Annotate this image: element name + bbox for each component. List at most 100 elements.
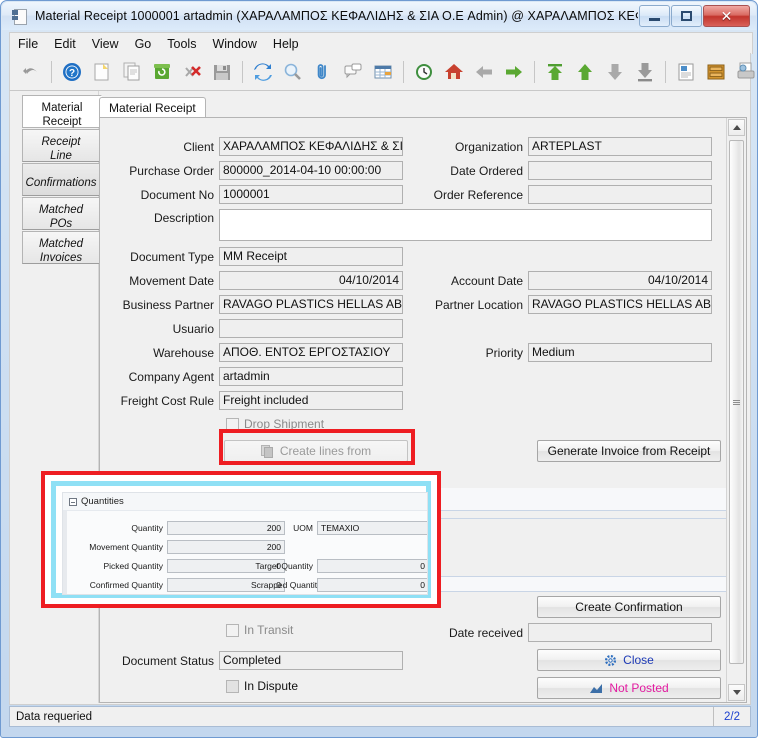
menu-view[interactable]: View: [85, 35, 126, 53]
sidebar-item-confirmations[interactable]: Confirmations: [22, 163, 100, 196]
form-panel: Client ΧΑΡΑΛΑΜΠΟΣ ΚΕΦΑΛΙΔΗΣ & ΣΙΑ Ο.Ε Pu…: [99, 117, 747, 703]
form-panel-content: Client ΧΑΡΑΛΑΜΠΟΣ ΚΕΦΑΛΙΔΗΣ & ΣΙΑ Ο.Ε Pu…: [100, 118, 727, 702]
refresh-icon[interactable]: [250, 59, 276, 85]
qty-value-uom[interactable]: ΤΕΜΑΧΙΟ: [317, 521, 427, 535]
field-value-order-reference[interactable]: [528, 185, 712, 204]
field-value-business-partner[interactable]: RAVAGO PLASTICS HELLAS ABEE: [219, 295, 403, 314]
field-value-account-date[interactable]: 04/10/2014: [528, 271, 712, 290]
archive-icon[interactable]: [703, 59, 729, 85]
qty-label-scrapped-quantity: Scrapped Quantity: [251, 580, 322, 590]
field-label-purchase-order: Purchase Order: [129, 163, 214, 178]
field-value-warehouse[interactable]: ΑΠΟΘ. ΕΝΤΟΣ ΕΡΓΟΣΤΑΣΙΟΥ: [219, 343, 403, 362]
sidebar-item-matched-pos[interactable]: Matched POs: [22, 197, 100, 230]
window-document-icon: [12, 8, 28, 25]
field-value-date-received[interactable]: [528, 623, 712, 642]
quantities-overlay: Quantities Quantity 200 Movement Quantit…: [41, 471, 441, 608]
tab-material-receipt[interactable]: Material Receipt: [99, 97, 206, 119]
vertical-scrollbar[interactable]: [726, 118, 746, 702]
back-icon[interactable]: [471, 59, 497, 85]
field-label-document-status: Document Status: [121, 653, 214, 668]
forward-icon[interactable]: [501, 59, 527, 85]
attachment-icon[interactable]: [310, 59, 336, 85]
field-label-account-date: Account Date: [450, 273, 523, 288]
window-controls: ✕: [638, 5, 750, 27]
scrollbar-thumb[interactable]: [729, 140, 744, 664]
field-value-priority[interactable]: Medium: [528, 343, 712, 362]
field-label-organization: Organization: [454, 139, 523, 154]
field-value-document-type[interactable]: MM Receipt: [219, 247, 403, 266]
field-value-date-ordered[interactable]: [528, 161, 712, 180]
next-record-icon[interactable]: [602, 59, 628, 85]
field-label-document-no: Document No: [140, 187, 214, 202]
field-value-usuario[interactable]: [219, 319, 403, 338]
last-record-icon[interactable]: [632, 59, 658, 85]
close-button-label: Close: [623, 653, 654, 667]
first-record-icon[interactable]: [542, 59, 568, 85]
grid-toggle-icon[interactable]: [370, 59, 396, 85]
qty-value-scrapped-quantity[interactable]: 0: [317, 578, 427, 592]
history-icon[interactable]: [411, 59, 437, 85]
field-value-purchase-order[interactable]: 800000_2014-04-10 00:00:00: [219, 161, 403, 180]
record-counter: 2/2: [713, 707, 750, 726]
delete-record-icon[interactable]: [149, 59, 175, 85]
sidebar-tabs: Material Receipt Receipt Line Confirmation…: [10, 91, 102, 703]
menu-help[interactable]: Help: [266, 35, 306, 53]
field-value-organization[interactable]: ARTEPLAST: [528, 137, 712, 156]
print-preview-icon[interactable]: [733, 59, 758, 85]
checkbox-in-transit[interactable]: In Transit: [226, 623, 293, 637]
close-button[interactable]: Close: [537, 649, 721, 671]
delete-selection-icon[interactable]: [179, 59, 205, 85]
minimize-button[interactable]: [639, 5, 670, 27]
field-value-document-status[interactable]: Completed: [219, 651, 403, 670]
new-record-icon[interactable]: [89, 59, 115, 85]
field-label-date-ordered: Date Ordered: [450, 163, 523, 178]
checkbox-box-drop-shipment[interactable]: [226, 417, 239, 431]
find-icon[interactable]: [280, 59, 306, 85]
report-icon[interactable]: [673, 59, 699, 85]
checkbox-in-dispute[interactable]: In Dispute: [226, 679, 298, 693]
field-value-freight-cost-rule[interactable]: Freight included: [219, 391, 403, 410]
create-confirmation-button[interactable]: Create Confirmation: [537, 596, 721, 618]
checkbox-box-in-transit[interactable]: [226, 623, 239, 637]
svg-text:?: ?: [69, 68, 75, 79]
close-window-button[interactable]: ✕: [703, 5, 750, 27]
menu-tools[interactable]: Tools: [160, 35, 203, 53]
field-value-company-agent[interactable]: artadmin: [219, 367, 403, 386]
not-posted-button[interactable]: Not Posted: [537, 677, 721, 699]
create-lines-from-button[interactable]: Create lines from: [224, 440, 408, 462]
scroll-up-button[interactable]: [728, 119, 745, 136]
generate-invoice-from-receipt-button[interactable]: Generate Invoice from Receipt: [537, 440, 721, 462]
menu-window[interactable]: Window: [205, 35, 263, 53]
field-label-freight-cost-rule: Freight Cost Rule: [120, 393, 214, 408]
qty-value-movement-quantity[interactable]: 200: [167, 540, 285, 554]
sidebar-item-label: Confirmations: [25, 177, 97, 189]
save-icon[interactable]: [209, 59, 235, 85]
menu-file[interactable]: File: [11, 35, 45, 53]
help-icon[interactable]: ?: [59, 59, 85, 85]
toolbar-separator: [403, 60, 404, 83]
home-icon[interactable]: [441, 59, 467, 85]
menu-edit[interactable]: Edit: [47, 35, 83, 53]
collapse-minus-icon[interactable]: [69, 497, 77, 506]
scroll-down-button[interactable]: [728, 684, 745, 701]
field-value-client[interactable]: ΧΑΡΑΛΑΜΠΟΣ ΚΕΦΑΛΙΔΗΣ & ΣΙΑ Ο.Ε: [219, 137, 403, 156]
field-label-description: Description: [153, 211, 214, 225]
undo-icon[interactable]: [18, 59, 44, 85]
maximize-button[interactable]: [671, 5, 702, 27]
field-value-movement-date[interactable]: 04/10/2014: [219, 271, 403, 290]
field-value-description[interactable]: [219, 209, 712, 241]
field-value-partner-location[interactable]: RAVAGO PLASTICS HELLAS ABEE: [528, 295, 712, 314]
checkbox-drop-shipment[interactable]: Drop Shipment: [226, 417, 324, 431]
sidebar-item-receipt-line[interactable]: Receipt Line: [22, 129, 100, 162]
checkbox-box-in-dispute[interactable]: [226, 679, 239, 693]
qty-value-target-quantity[interactable]: 0: [317, 559, 427, 573]
chat-icon[interactable]: [340, 59, 366, 85]
previous-record-icon[interactable]: [572, 59, 598, 85]
quantities-header: Quantities: [63, 493, 427, 511]
copy-record-icon[interactable]: [119, 59, 145, 85]
title-bar: Material Receipt 1000001 artadmin (ΧΑΡΑΛ…: [2, 2, 756, 30]
field-value-document-no[interactable]: 1000001: [219, 185, 403, 204]
sidebar-item-matched-invoices[interactable]: Matched Invoices: [22, 231, 100, 264]
menu-go[interactable]: Go: [128, 35, 159, 53]
sidebar-item-material-receipt[interactable]: Material Receipt: [22, 95, 102, 128]
